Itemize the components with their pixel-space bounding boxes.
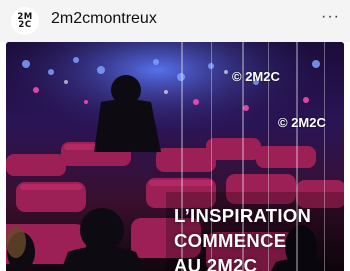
headline-line: COMMENCE [174,230,287,251]
watermark: © 2M2C [232,69,280,84]
more-horizontal-icon[interactable]: ··· [321,8,340,26]
post-header: 2M 2C 2m2cmontreux ··· [0,0,350,42]
brand-logo: 2M 2C [17,13,32,30]
logo-line-2: 2C [18,20,32,30]
post-headline: L’INSPIRATION COMMENCE AU 2M2C [174,203,311,271]
headline-line: AU 2M2C [174,255,258,271]
username[interactable]: 2m2cmontreux [51,10,157,28]
post-image[interactable]: © 2M2C © 2M2C L’INSPIRATION COMMENCE AU … [6,42,344,271]
watermark: © 2M2C [278,115,326,130]
headline-line: L’INSPIRATION [174,205,312,226]
avatar[interactable]: 2M 2C [11,7,39,35]
